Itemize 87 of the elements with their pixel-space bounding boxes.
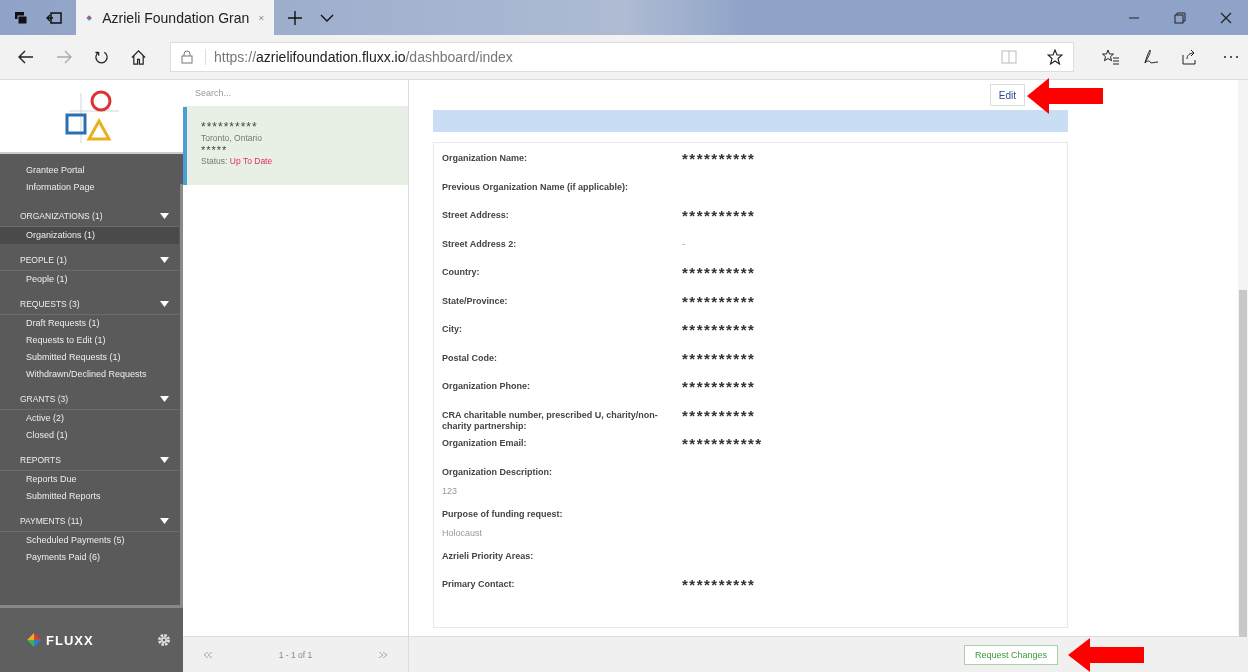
field-label: Street Address 2: xyxy=(442,237,518,250)
field-value: ********** xyxy=(682,263,756,280)
section-title: PAYMENTS (11) xyxy=(20,516,83,526)
field-label: Organization Phone: xyxy=(442,380,531,392)
sidebar-item[interactable]: Requests to Edit (1) xyxy=(0,332,179,349)
field-value: ********** xyxy=(682,405,756,423)
tabs-icon[interactable] xyxy=(14,10,28,25)
field-value: Holocaust xyxy=(442,526,484,538)
field-value: ********** xyxy=(682,206,756,223)
settings-icon[interactable] xyxy=(157,633,171,647)
field-value: ********** xyxy=(682,348,756,366)
star-icon[interactable] xyxy=(1047,49,1063,65)
address-bar[interactable]: https://azrielifoundation.fluxx.io/dashboard/index xyxy=(170,42,1074,72)
caret-down-icon[interactable] xyxy=(160,257,169,263)
share-icon[interactable] xyxy=(1182,49,1198,65)
field-label: Postal Code: xyxy=(442,351,498,364)
section-title: GRANTS (3) xyxy=(20,394,69,404)
caret-down-icon[interactable] xyxy=(160,518,169,524)
sidebar-item[interactable]: Organizations (1) xyxy=(0,227,179,244)
restore-icon[interactable] xyxy=(1174,11,1186,24)
field-value: ********** xyxy=(682,149,756,166)
sidebar-link[interactable]: Information Page xyxy=(26,179,183,196)
caret-down-icon[interactable] xyxy=(160,457,169,463)
field-value: ********** xyxy=(682,320,756,337)
field-value: ********** xyxy=(682,575,756,592)
sidebar-item[interactable]: Payments Paid (6) xyxy=(0,549,179,566)
back-icon[interactable] xyxy=(18,50,34,64)
field-label: Primary Contact: xyxy=(442,578,516,590)
field-label: Organization Name: xyxy=(442,152,528,164)
sidebar-item[interactable]: Scheduled Payments (5) xyxy=(0,532,179,549)
fluxx-logo-icon xyxy=(26,632,42,648)
field-value: *********** xyxy=(682,434,763,451)
page-count: 1 - 1 of 1 xyxy=(278,649,313,660)
caret-down-icon[interactable] xyxy=(160,301,169,307)
field-label: Organization Description: xyxy=(442,465,553,478)
section-header[interactable]: PAYMENTS (11) xyxy=(0,511,179,532)
field-label: City: xyxy=(442,323,463,335)
caret-down-icon[interactable] xyxy=(160,396,169,402)
tab-preview-icon[interactable] xyxy=(46,10,62,25)
request-changes-button[interactable]: Request Changes xyxy=(963,644,1058,665)
sidebar-item[interactable]: Closed (1) xyxy=(0,427,179,444)
sidebar-item[interactable]: Submitted Requests (1) xyxy=(0,349,179,366)
browser-tab[interactable]: Azrieli Foundation Gran xyxy=(76,0,274,35)
home-icon[interactable] xyxy=(131,49,146,65)
field-value: ********** xyxy=(682,291,756,309)
section-header[interactable]: REPORTS xyxy=(0,450,179,471)
section-header[interactable]: GRANTS (3) xyxy=(0,389,179,410)
refresh-icon[interactable] xyxy=(94,49,109,65)
new-tab-icon[interactable] xyxy=(288,10,302,25)
field-label: CRA charitable number, prescribed U, charity/non-charity partnership: xyxy=(442,408,659,432)
field-label: Street Address: xyxy=(442,209,510,221)
organization-location: Toronto, Ontario xyxy=(201,133,263,144)
pen-icon[interactable] xyxy=(1142,49,1160,65)
field-label: Country: xyxy=(442,266,481,278)
lock-icon xyxy=(181,50,193,64)
scrollbar-thumb[interactable] xyxy=(1239,290,1247,637)
section-title: REPORTS xyxy=(20,455,61,465)
field-label: Purpose of funding request: xyxy=(442,507,564,520)
field-label: Organization Email: xyxy=(442,437,528,449)
field-label: Azrieli Priority Areas: xyxy=(442,549,535,562)
sidebar-item[interactable]: People (1) xyxy=(0,271,179,288)
field-value: 123 xyxy=(442,484,459,496)
sidebar-item[interactable]: Active (2) xyxy=(0,410,179,427)
sidebar-item[interactable]: Reports Due xyxy=(0,471,179,488)
organization-card[interactable]: ********** Toronto, Ontario ***** Status: Up To Date xyxy=(183,107,408,185)
section-title: ORGANIZATIONS (1) xyxy=(20,211,103,221)
sidebar-link[interactable]: Grantee Portal xyxy=(26,162,183,179)
favorites-icon[interactable] xyxy=(1102,49,1120,65)
field-label: State/Province: xyxy=(442,294,509,307)
field-value: - xyxy=(682,237,685,249)
section-title: PEOPLE (1) xyxy=(20,255,67,265)
brand-name: FLUXX xyxy=(46,632,94,648)
redacted-text: ***** xyxy=(201,144,229,156)
section-title: REQUESTS (3) xyxy=(20,299,80,309)
field-value: ********** xyxy=(682,377,756,394)
chevron-down-icon[interactable] xyxy=(320,13,334,22)
status-text: Status: Up To Date xyxy=(201,156,274,167)
sidebar-item[interactable]: Submitted Reports xyxy=(0,488,179,505)
edit-button[interactable]: Edit xyxy=(989,84,1025,106)
field-label: Previous Organization Name (if applicable): xyxy=(442,180,630,193)
caret-down-icon[interactable] xyxy=(160,213,169,219)
organization-name: ********** xyxy=(201,121,259,133)
sidebar-item[interactable]: Withdrawn/Declined Requests xyxy=(0,366,179,383)
sidebar-item[interactable]: Draft Requests (1) xyxy=(0,315,179,332)
close-window-icon[interactable] xyxy=(1220,11,1232,24)
section-header[interactable]: REQUESTS (3) xyxy=(0,294,179,315)
section-header[interactable]: PEOPLE (1) xyxy=(0,250,179,271)
